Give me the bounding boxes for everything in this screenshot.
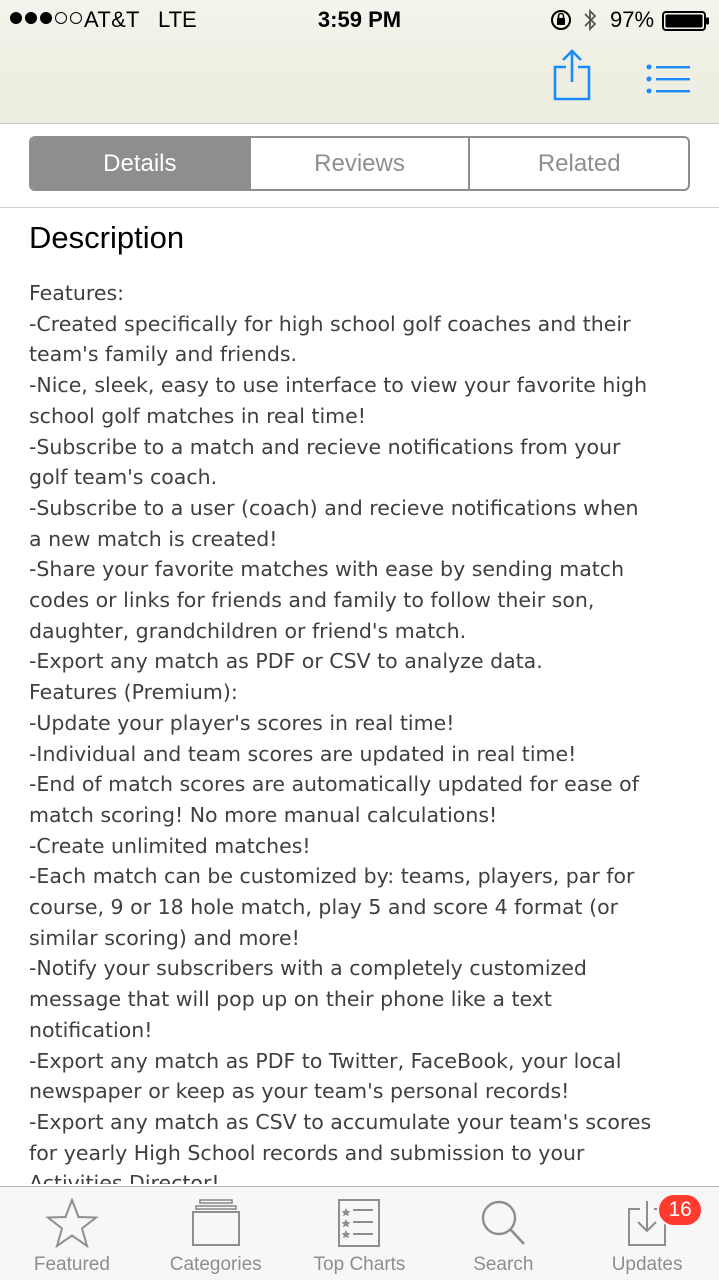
tab-label: Updates <box>611 1254 683 1275</box>
description-line: -End of match scores are automatically u… <box>29 772 639 797</box>
top-charts-icon <box>338 1199 381 1247</box>
categories-icon <box>191 1199 240 1246</box>
tab-top-charts[interactable]: Top Charts <box>288 1187 432 1280</box>
description-text[interactable]: Features: -Created specifically for high… <box>29 278 699 1184</box>
description-line: similar scoring) and more! <box>29 925 300 950</box>
segment-details[interactable]: Details <box>31 138 249 189</box>
description-line: Activities Director! <box>29 1171 220 1184</box>
tab-label: Categories <box>169 1254 262 1275</box>
status-bar: AT&T LTE 3:59 PM 97% <box>0 0 719 40</box>
description-line: message that will pop up on their phone … <box>29 987 552 1012</box>
tab-search[interactable]: Search <box>431 1187 575 1280</box>
battery-icon <box>662 11 709 31</box>
tab-label: Featured <box>33 1254 110 1275</box>
description-line: a new match is created! <box>29 526 278 551</box>
battery-percent: 97% <box>610 7 655 32</box>
share-icon[interactable] <box>552 48 592 102</box>
description-heading: Description <box>29 220 185 255</box>
description-line: for yearly High School records and submi… <box>29 1140 585 1165</box>
description-line: school golf matches in real time! <box>29 403 366 428</box>
star-icon <box>45 1197 99 1249</box>
description-line: daughter, grandchildren or friend's matc… <box>29 618 467 643</box>
tab-label: Top Charts <box>313 1254 406 1275</box>
bluetooth-icon <box>584 8 597 32</box>
description-line: -Each match can be customized by: teams,… <box>29 864 635 889</box>
tab-categories[interactable]: Categories <box>144 1187 288 1280</box>
list-icon[interactable] <box>646 64 690 94</box>
description-line: newspaper or keep as your team's persona… <box>29 1079 570 1104</box>
app-header: AT&T LTE 3:59 PM 97% <box>0 0 719 124</box>
description-line: Features (Premium): <box>29 680 238 705</box>
tab-featured[interactable]: Featured <box>0 1187 144 1280</box>
description-line: -Created specifically for high school go… <box>29 311 631 336</box>
search-icon <box>482 1200 526 1245</box>
description-line: -Share your favorite matches with ease b… <box>29 557 625 582</box>
tab-bar: Featured Categories Top Charts Search 16… <box>0 1186 719 1280</box>
description-line: -Individual and team scores are updated … <box>29 741 577 766</box>
divider <box>0 207 719 208</box>
segment-related[interactable]: Related <box>468 138 688 189</box>
description-line: -Export any match as PDF to Twitter, Fac… <box>29 1048 622 1073</box>
segment-reviews[interactable]: Reviews <box>248 138 469 189</box>
description-line: -Nice, sleek, easy to use interface to v… <box>29 373 648 398</box>
description-line: -Subscribe to a match and recieve notifi… <box>29 434 621 459</box>
description-line: -Update your player's scores in real tim… <box>29 710 455 735</box>
orientation-lock-icon <box>551 10 571 30</box>
description-line: -Export any match as CSV to accumulate y… <box>29 1109 652 1134</box>
description-line: course, 9 or 18 hole match, play 5 and s… <box>29 895 619 920</box>
description-line: -Subscribe to a user (coach) and recieve… <box>29 495 639 520</box>
description-line: match scoring! No more manual calculatio… <box>29 802 498 827</box>
details-segmented-control: Details Reviews Related <box>29 136 690 191</box>
description-line: team's family and friends. <box>29 342 298 367</box>
tab-updates[interactable]: 16 Updates <box>575 1187 719 1280</box>
description-line: notification! <box>29 1017 153 1042</box>
description-line: -Create unlimited matches! <box>29 833 311 858</box>
updates-badge: 16 <box>657 1193 704 1227</box>
description-line: golf team's coach. <box>29 465 218 490</box>
description-line: Features: <box>29 281 125 305</box>
description-line: codes or links for friends and family to… <box>29 588 595 613</box>
description-line: -Export any match as PDF or CSV to analy… <box>29 649 543 674</box>
tab-label: Search <box>473 1254 534 1275</box>
description-line: -Notify your subscribers with a complete… <box>29 956 587 981</box>
